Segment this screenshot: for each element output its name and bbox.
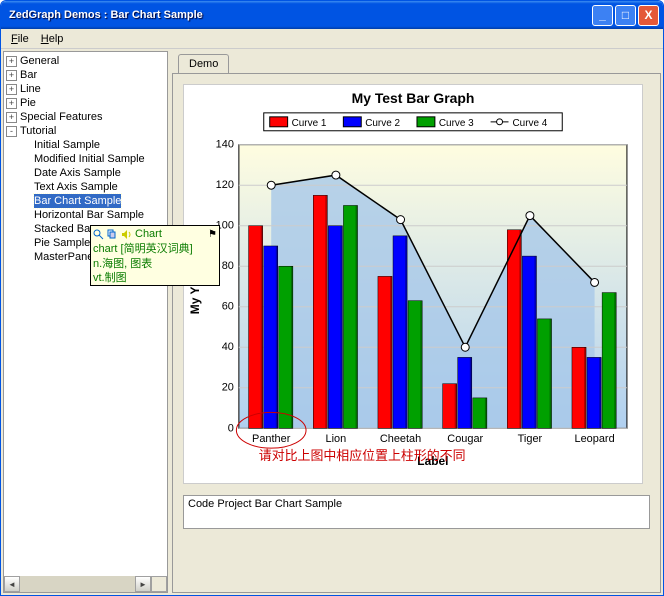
tree-label: Initial Sample	[34, 138, 100, 152]
tree-item[interactable]: Horizontal Bar Sample	[6, 208, 165, 222]
tree-item[interactable]: Text Axis Sample	[6, 180, 165, 194]
tree-label: Modified Initial Sample	[34, 152, 145, 166]
tooltip-line1: chart [简明英汉词典]	[91, 242, 219, 256]
menubar: File Help	[1, 29, 663, 49]
svg-text:Curve 4: Curve 4	[513, 118, 548, 129]
tree-item[interactable]: +General	[6, 54, 165, 68]
h-scrollbar[interactable]: ◄ ►	[4, 576, 151, 592]
tab-demo[interactable]: Demo	[178, 54, 229, 73]
tooltip-line2: n.海图, 图表	[91, 257, 219, 271]
status-panel: Code Project Bar Chart Sample	[183, 495, 650, 529]
svg-text:Panther: Panther	[252, 433, 291, 445]
tree-label: Bar	[20, 68, 37, 82]
svg-text:Lion: Lion	[326, 433, 347, 445]
tree-item[interactable]: +Line	[6, 82, 165, 96]
scroll-track[interactable]	[20, 576, 135, 592]
tooltip-word: Chart	[135, 227, 162, 241]
svg-text:0: 0	[228, 422, 234, 434]
tree-item[interactable]: +Pie	[6, 96, 165, 110]
svg-text:Curve 1: Curve 1	[292, 118, 327, 129]
content-area: +General+Bar+Line+Pie+Special Features-T…	[1, 49, 663, 595]
svg-text:60: 60	[222, 301, 234, 313]
expander-icon[interactable]: +	[6, 84, 17, 95]
right-panel: Demo 020406080100120140PantherLionCheeta…	[172, 51, 661, 593]
tree-item[interactable]: -Tutorial	[6, 124, 165, 138]
copy-icon	[107, 229, 118, 240]
tab-strip: Demo	[172, 51, 661, 73]
scroll-left-button[interactable]: ◄	[4, 576, 20, 592]
tree-label: Stacked Ba	[34, 222, 90, 236]
pin-icon[interactable]: ⚑	[208, 228, 217, 241]
svg-text:120: 120	[216, 179, 234, 191]
speaker-icon	[121, 229, 132, 240]
svg-text:请对比上图中相应位置上柱形的不同: 请对比上图中相应位置上柱形的不同	[259, 448, 466, 463]
maximize-button[interactable]: □	[615, 5, 636, 26]
tree-item[interactable]: +Special Features	[6, 110, 165, 124]
tree-label: Text Axis Sample	[34, 180, 118, 194]
app-window: ZedGraph Demos : Bar Chart Sample _ □ X …	[0, 0, 664, 596]
expander-icon[interactable]: +	[6, 112, 17, 123]
tree-label: Horizontal Bar Sample	[34, 208, 144, 222]
tree-item[interactable]: Date Axis Sample	[6, 166, 165, 180]
window-title: ZedGraph Demos : Bar Chart Sample	[5, 9, 590, 21]
tree-panel: +General+Bar+Line+Pie+Special Features-T…	[3, 51, 168, 593]
tree-label: Special Features	[20, 110, 103, 124]
svg-text:Curve 3: Curve 3	[439, 118, 474, 129]
menu-file[interactable]: File	[5, 31, 35, 47]
scroll-right-button[interactable]: ►	[135, 576, 151, 592]
tree-label: Pie Sample	[34, 236, 90, 250]
chart-pane[interactable]: 020406080100120140PantherLionCheetahCoug…	[183, 84, 643, 484]
status-text: Code Project Bar Chart Sample	[188, 498, 342, 510]
scroll-corner	[151, 576, 167, 592]
tree-label: Tutorial	[20, 124, 56, 138]
tree-label: Bar Chart Sample	[34, 194, 121, 208]
expander-icon[interactable]: +	[6, 70, 17, 81]
tree-label: Pie	[20, 96, 36, 110]
svg-text:140: 140	[216, 139, 234, 151]
svg-text:80: 80	[222, 260, 234, 272]
svg-text:Curve 2: Curve 2	[365, 118, 400, 129]
expander-icon[interactable]: +	[6, 98, 17, 109]
svg-text:20: 20	[222, 382, 234, 394]
chart-container: 020406080100120140PantherLionCheetahCoug…	[172, 73, 661, 593]
expander-icon[interactable]: -	[6, 126, 17, 137]
tree-item[interactable]: Bar Chart Sample	[6, 194, 165, 208]
svg-text:Cougar: Cougar	[447, 433, 483, 445]
svg-text:40: 40	[222, 341, 234, 353]
tree-label: Date Axis Sample	[34, 166, 121, 180]
menu-help[interactable]: Help	[35, 31, 70, 47]
expander-icon[interactable]: +	[6, 56, 17, 67]
svg-text:Tiger: Tiger	[518, 433, 543, 445]
minimize-button[interactable]: _	[592, 5, 613, 26]
tooltip-line3: vt.制图	[91, 271, 219, 285]
close-button[interactable]: X	[638, 5, 659, 26]
search-icon	[93, 229, 104, 240]
tree-item[interactable]: Modified Initial Sample	[6, 152, 165, 166]
tree-label: Line	[20, 82, 41, 96]
tree-item[interactable]: Initial Sample	[6, 138, 165, 152]
svg-text:Leopard: Leopard	[575, 433, 615, 445]
tree-label: General	[20, 54, 59, 68]
titlebar[interactable]: ZedGraph Demos : Bar Chart Sample _ □ X	[1, 1, 663, 29]
tree-label: MasterPane	[34, 250, 93, 264]
tree-item[interactable]: +Bar	[6, 68, 165, 82]
svg-text:Cheetah: Cheetah	[380, 433, 421, 445]
dictionary-tooltip: Chart ⚑ chart [简明英汉词典] n.海图, 图表 vt.制图	[90, 225, 220, 286]
svg-text:My Test Bar Graph: My Test Bar Graph	[352, 90, 475, 106]
